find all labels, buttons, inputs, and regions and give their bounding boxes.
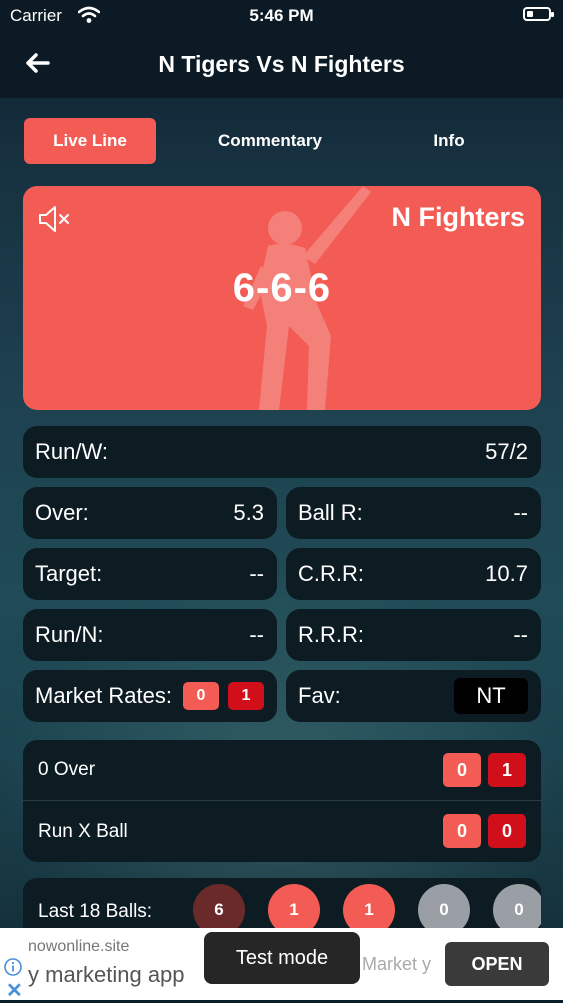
ball-remaining-label: Ball R: [298,500,363,525]
ad-headline: y marketing app [28,962,185,987]
tab-info[interactable]: Info [404,118,494,164]
tab-commentary[interactable]: Commentary [194,118,346,164]
required-run-rate-panel: R.R.R: -- [286,609,541,661]
ball-remaining-value: -- [513,500,528,525]
run-needed-label: Run/N: [35,622,104,647]
over-session-panel: 0 Over 0 1 Run X Ball 0 0 [23,740,541,862]
run-needed-value: -- [249,622,264,647]
market-rates-panel: Market Rates: 0 1 [23,670,277,722]
zero-over-lay: 1 [488,753,526,787]
current-run-rate-label: C.R.R: [298,561,364,586]
run-wicket-panel: Run/W: 57/2 [23,426,541,478]
page-title: N Tigers Vs N Fighters [158,51,405,77]
run-x-ball-label: Run X Ball [38,821,128,842]
current-run-rate-value: 10.7 [485,561,528,586]
favourite-label: Fav: [298,683,341,708]
tab-bar: Live Line Commentary Info [24,118,540,164]
favourite-value: NT [454,678,528,714]
batting-team-name: N Fighters [391,202,525,232]
required-run-rate-label: R.R.R: [298,622,364,647]
test-mode-label: Test mode [204,932,360,984]
ad-open-button[interactable]: OPEN [445,942,549,986]
last-balls-label: Last 18 Balls: [38,901,153,922]
current-run-rate-panel: C.R.R: 10.7 [286,548,541,600]
over-panel: Over: 5.3 [23,487,277,539]
target-value: -- [249,561,264,586]
over-value: 5.3 [233,500,264,525]
run-wicket-label: Run/W: [35,439,108,464]
zero-over-label: 0 Over [38,759,96,780]
run-x-ball-lay: 0 [488,814,526,848]
required-run-rate-value: -- [513,622,528,647]
score-card: N Fighters 6-6-6 [23,186,541,410]
ball-remaining-panel: Ball R: -- [286,487,541,539]
clock: 5:46 PM [249,6,314,25]
target-label: Target: [35,561,103,586]
market-rate-back: 0 [183,682,219,710]
market-rate-lay: 1 [228,682,264,710]
navigation-bar: N Tigers Vs N Fighters [0,32,563,98]
target-panel: Target: -- [23,548,277,600]
zero-over-back: 0 [443,753,481,787]
status-bar: Carrier 5:46 PM [0,0,563,32]
run-needed-panel: Run/N: -- [23,609,277,661]
ad-headline-secondary: Market y [362,954,432,974]
favourite-panel: Fav: NT [286,670,541,722]
speaker-mute-icon[interactable] [37,204,71,234]
run-x-ball-back: 0 [443,814,481,848]
live-score: 6-6-6 [232,266,332,310]
divider [23,800,541,801]
ad-site: nowonline.site [28,938,130,955]
close-icon[interactable]: ✕ [6,978,23,1003]
info-icon[interactable] [4,958,22,976]
battery-icon [523,7,554,21]
tab-live-line[interactable]: Live Line [24,118,156,164]
market-rates-label: Market Rates: [35,683,172,708]
over-label: Over: [35,500,89,525]
run-wicket-value: 57/2 [485,439,528,464]
